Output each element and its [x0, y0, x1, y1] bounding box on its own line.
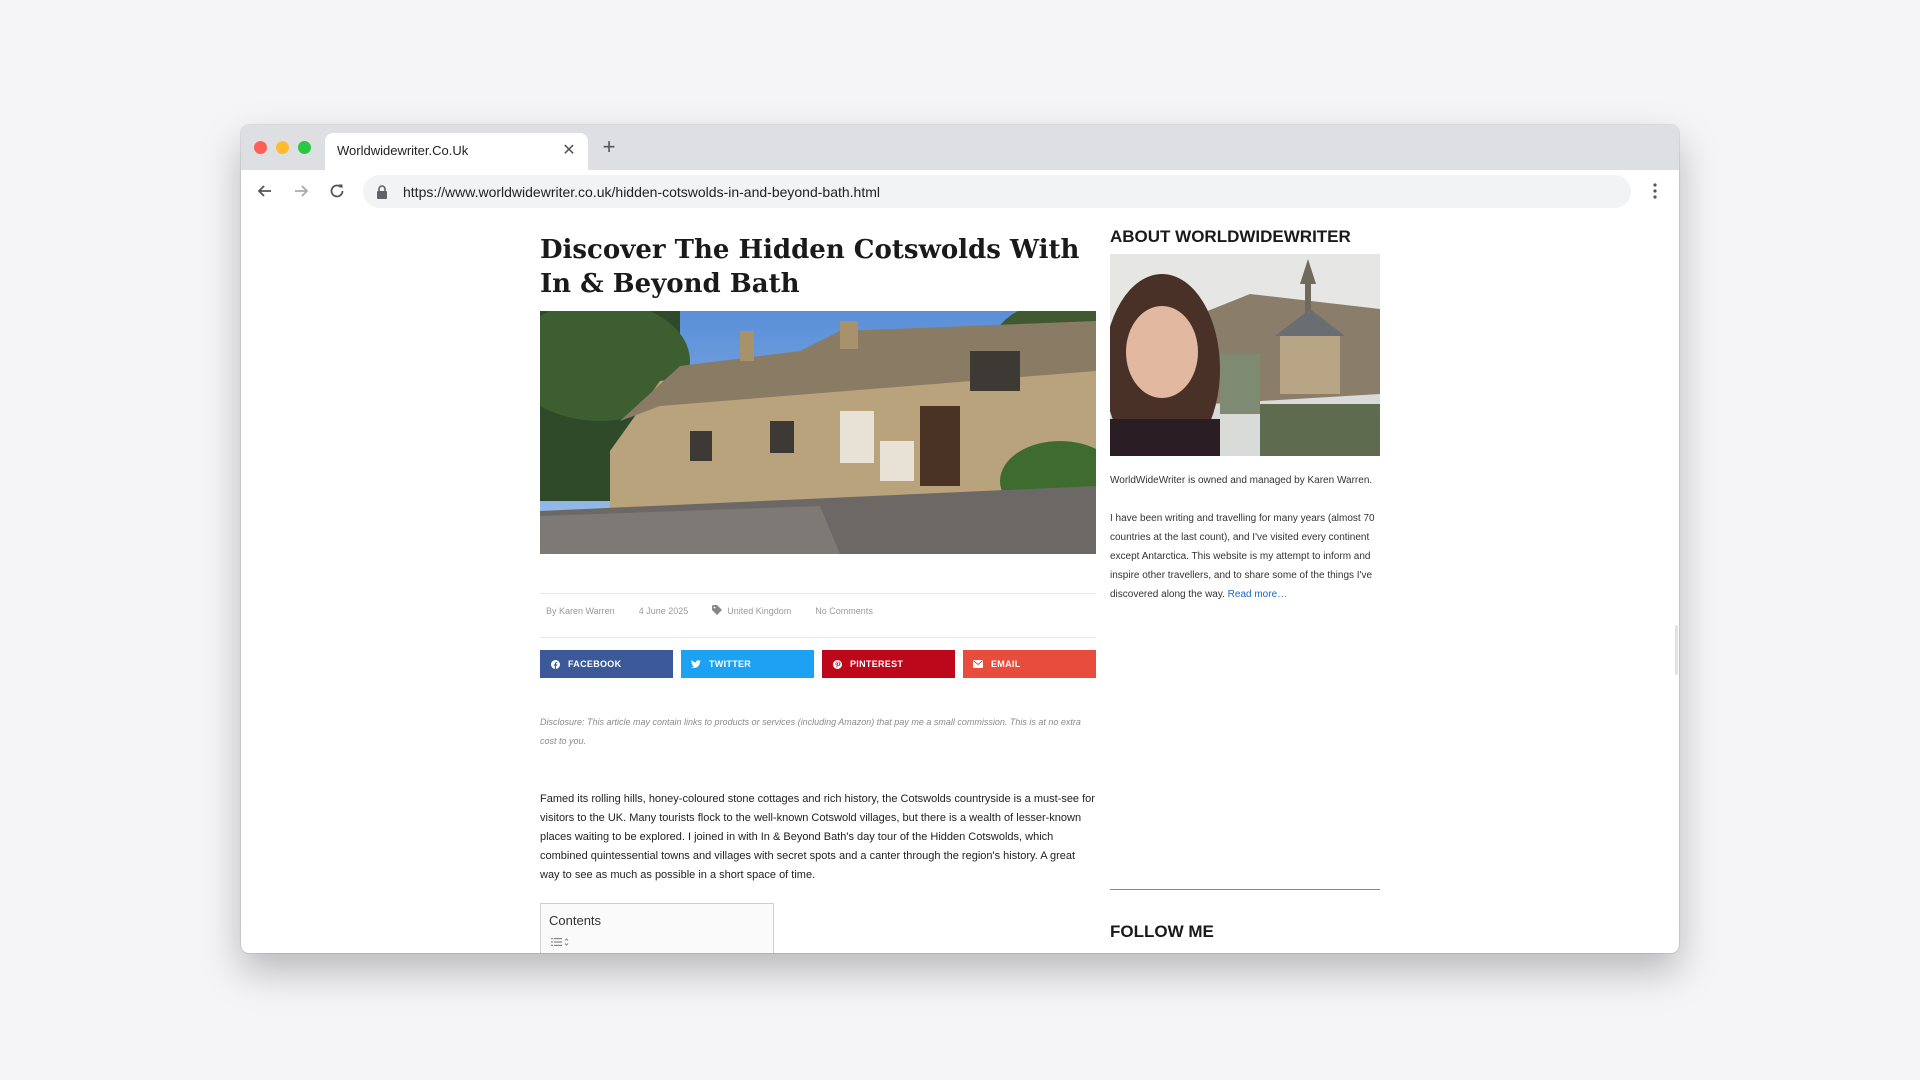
tab-title: Worldwidewriter.Co.Uk — [337, 143, 469, 158]
hero-image — [540, 311, 1096, 554]
meta-divider-bottom — [540, 637, 1096, 638]
url-text: https://www.worldwidewriter.co.uk/hidden… — [403, 184, 880, 200]
maximize-window-button[interactable] — [298, 141, 311, 154]
facebook-icon — [550, 659, 560, 669]
email-icon — [973, 659, 983, 669]
new-tab-button[interactable]: + — [597, 136, 621, 160]
post-date: 4 June 2025 — [638, 606, 689, 616]
share-pinterest-label: PINTEREST — [850, 659, 904, 669]
lock-icon — [375, 184, 389, 200]
share-twitter-button[interactable]: TWITTER — [681, 650, 814, 678]
address-bar[interactable]: https://www.worldwidewriter.co.uk/hidden… — [363, 175, 1631, 208]
list-toggle-icon[interactable] — [551, 936, 573, 948]
table-of-contents: Contents — [540, 903, 774, 953]
post-comments[interactable]: No Comments — [815, 606, 873, 616]
author-portrait — [1110, 254, 1380, 456]
share-facebook-label: FACEBOOK — [568, 659, 622, 669]
close-window-button[interactable] — [254, 141, 267, 154]
affiliate-disclosure: Disclosure: This article may contain lin… — [540, 717, 1081, 746]
post-category-label: United Kingdom — [727, 606, 792, 616]
tag-icon — [712, 605, 724, 617]
browser-menu-icon[interactable] — [1645, 179, 1665, 203]
post-author[interactable]: By Karen Warren — [546, 606, 615, 616]
back-arrow-icon[interactable] — [253, 179, 277, 203]
share-email-label: EMAIL — [991, 659, 1021, 669]
contents-title: Contents — [549, 913, 602, 928]
minimize-window-button[interactable] — [276, 141, 289, 154]
about-heading: ABOUT WORLDWIDEWRITER — [1110, 227, 1351, 246]
share-twitter-label: TWITTER — [709, 659, 752, 669]
article-title: Discover The Hidden Cotswolds With In & … — [540, 235, 1080, 299]
meta-divider-top — [540, 593, 1096, 594]
article-intro: Famed its rolling hills, honey-coloured … — [540, 793, 1095, 881]
twitter-icon — [691, 659, 701, 669]
post-category[interactable]: United Kingdom — [712, 605, 791, 617]
pinterest-icon — [832, 659, 842, 669]
follow-heading: FOLLOW ME — [1110, 922, 1214, 941]
post-meta: By Karen Warren 4 June 2025 United Kingd… — [546, 605, 897, 617]
reload-icon[interactable] — [325, 179, 349, 203]
browser-tab[interactable]: Worldwidewriter.Co.Uk ✕ — [325, 133, 588, 170]
share-pinterest-button[interactable]: PINTEREST — [822, 650, 955, 678]
about-bio-body: I have been writing and travelling for m… — [1110, 513, 1375, 600]
about-bio-text: I have been writing and travelling for m… — [1110, 509, 1380, 604]
share-facebook-button[interactable]: FACEBOOK — [540, 650, 673, 678]
tab-bar: Worldwidewriter.Co.Uk ✕ + — [241, 125, 1679, 170]
follow-divider — [1110, 889, 1380, 890]
scrollbar[interactable] — [1675, 625, 1678, 675]
browser-toolbar: https://www.worldwidewriter.co.uk/hidden… — [241, 170, 1679, 213]
read-more-link[interactable]: Read more… — [1228, 589, 1287, 600]
forward-arrow-icon[interactable] — [289, 179, 313, 203]
share-email-button[interactable]: EMAIL — [963, 650, 1096, 678]
about-owner-text: WorldWideWriter is owned and managed by … — [1110, 475, 1373, 486]
browser-window: Worldwidewriter.Co.Uk ✕ + https://www.wo… — [241, 125, 1679, 953]
web-page: Discover The Hidden Cotswolds With In & … — [241, 213, 1679, 953]
tab-close-icon[interactable]: ✕ — [560, 142, 578, 160]
